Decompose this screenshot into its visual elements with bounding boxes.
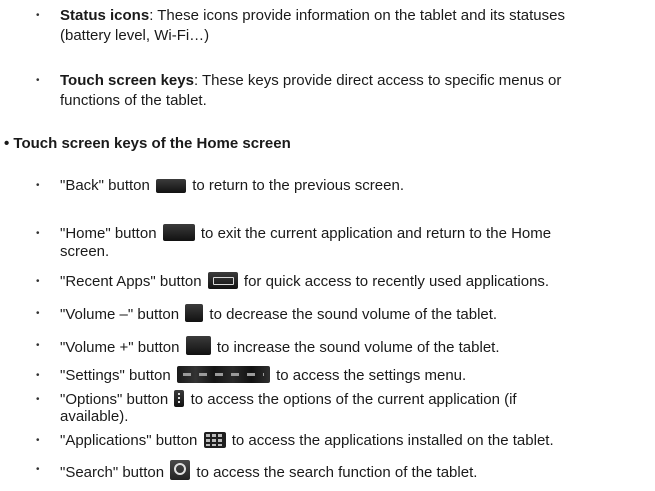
key-text: "Volume –" button to decrease the sound … xyxy=(60,304,645,325)
key-description: to increase the sound volume of the tabl… xyxy=(216,339,500,356)
bullet: • xyxy=(36,394,40,405)
bullet: • xyxy=(36,370,40,381)
key-description-continued: available). xyxy=(60,408,129,425)
recent-apps-icon xyxy=(207,272,238,289)
bullet: • xyxy=(36,10,40,21)
key-description: to return to the previous screen. xyxy=(192,177,404,194)
key-text: "Search" button to access the search fun… xyxy=(60,460,645,483)
key-label: "Applications" button xyxy=(60,432,198,449)
key-label: "Back" button xyxy=(60,177,150,194)
term: Touch screen keys xyxy=(60,72,194,89)
volume-up-icon xyxy=(185,336,211,355)
key-label: "Search" button xyxy=(60,464,165,481)
section-title: • Touch screen keys of the Home screen xyxy=(4,135,291,152)
description: : These keys provide direct access to sp… xyxy=(193,72,562,89)
key-text: "Recent Apps" button for quick access to… xyxy=(60,272,645,292)
key-label: "Settings" button xyxy=(60,367,171,384)
key-description: to access the settings menu. xyxy=(276,367,467,384)
search-icon xyxy=(170,460,191,480)
bullet: • xyxy=(36,464,40,475)
key-label: "Volume –" button xyxy=(60,306,180,323)
bullet: • xyxy=(36,228,40,239)
key-text: "Options" button to access the options o… xyxy=(60,390,645,425)
key-description: to access the applications installed on … xyxy=(231,432,554,449)
key-description-continued: screen. xyxy=(60,243,110,260)
bullet: • xyxy=(36,75,40,86)
key-description: to decrease the sound volume of the tabl… xyxy=(209,306,498,323)
bullet: • xyxy=(36,308,40,319)
key-label: "Home" button xyxy=(60,225,157,242)
bullet: • xyxy=(36,340,40,351)
bullet: • xyxy=(36,435,40,446)
key-text: "Volume +" button to increase the sound … xyxy=(60,336,645,358)
key-text: "Back" button to return to the previous … xyxy=(60,176,645,196)
key-text: "Applications" button to access the appl… xyxy=(60,431,645,451)
description-continued: (battery level, Wi-Fi…) xyxy=(60,27,210,44)
key-description: to access the options of the current app… xyxy=(190,391,517,408)
key-description: for quick access to recently used applic… xyxy=(243,273,550,290)
key-label: "Recent Apps" button xyxy=(60,273,202,290)
key-text: "Settings" button to access the settings… xyxy=(60,366,645,386)
key-label: "Volume +" button xyxy=(60,339,180,356)
bullet: • xyxy=(36,276,40,287)
volume-down-icon xyxy=(185,304,204,322)
key-description: to access the search function of the tab… xyxy=(196,464,478,481)
applications-icon xyxy=(203,432,226,448)
key-label: "Options" button xyxy=(60,391,169,408)
key-text: "Home" button to exit the current applic… xyxy=(60,224,645,261)
description-continued: functions of the tablet. xyxy=(60,92,207,109)
description: : These icons provide information on the… xyxy=(149,7,565,24)
key-description: to exit the current application and retu… xyxy=(200,225,552,242)
intro-item-text: Status icons: These icons provide inform… xyxy=(60,6,645,46)
intro-item-text: Touch screen keys: These keys provide di… xyxy=(60,71,645,111)
settings-icon xyxy=(176,366,270,383)
term: Status icons xyxy=(60,7,150,24)
home-icon xyxy=(162,224,195,241)
options-icon xyxy=(174,390,185,407)
bullet: • xyxy=(36,180,40,191)
back-icon xyxy=(156,179,187,193)
